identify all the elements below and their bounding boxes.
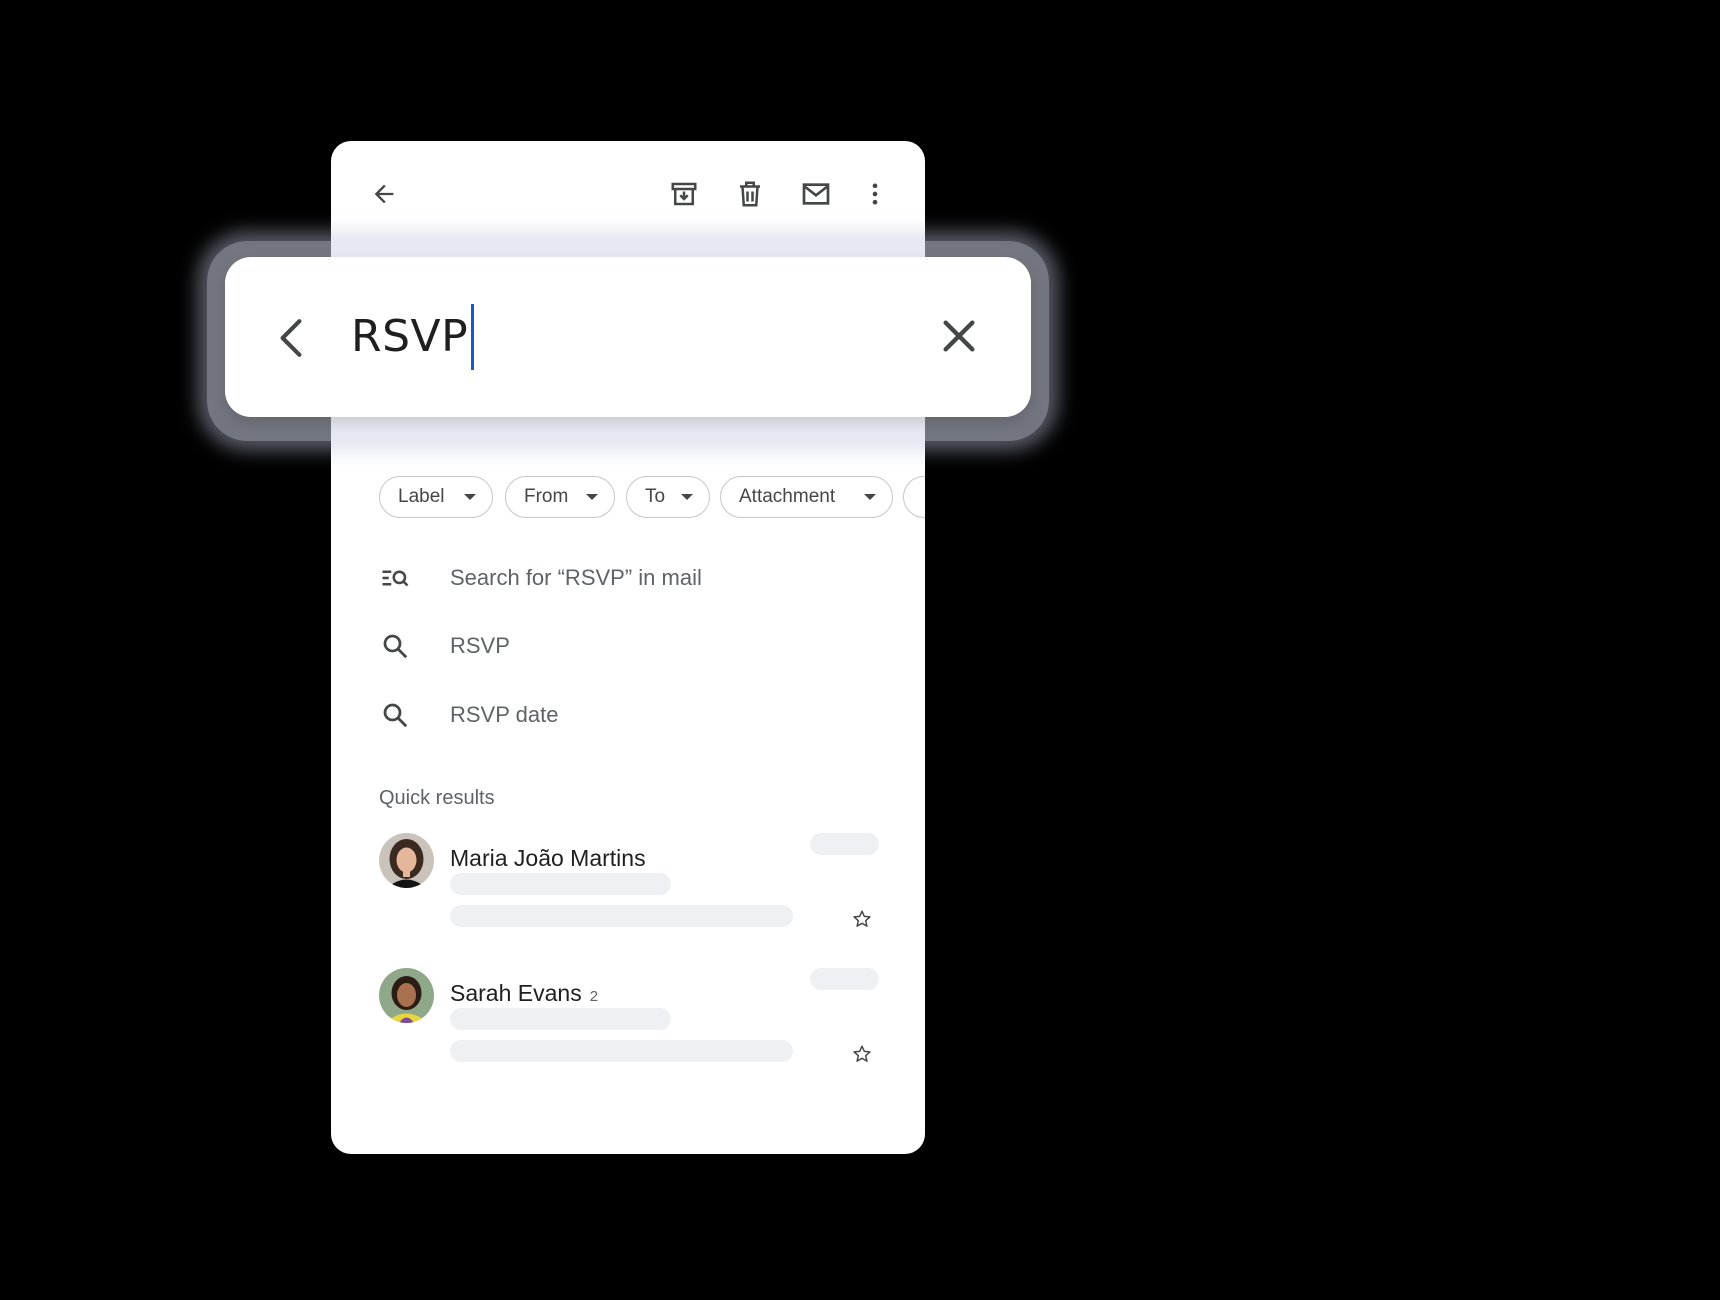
filter-chips: Label From To Attachment xyxy=(379,476,925,520)
suggestion-text: RSVP date xyxy=(450,702,559,727)
dropdown-arrow-icon xyxy=(464,494,476,500)
date-placeholder xyxy=(810,968,879,990)
trash-icon[interactable] xyxy=(728,172,772,216)
date-placeholder xyxy=(810,833,879,855)
chip-more[interactable] xyxy=(903,476,925,518)
dropdown-arrow-icon xyxy=(681,494,693,500)
chip-to[interactable]: To xyxy=(626,476,710,518)
archive-icon[interactable] xyxy=(662,172,706,216)
scene: RSVP Label From To Attachment Search for… xyxy=(0,0,1720,1300)
star-icon[interactable] xyxy=(850,1042,874,1066)
dropdown-arrow-icon xyxy=(864,494,876,500)
quick-results-title: Quick results xyxy=(379,787,495,809)
sender-name-text: Maria João Martins xyxy=(450,845,646,871)
chevron-left-icon[interactable] xyxy=(267,312,315,364)
snippet-placeholder xyxy=(450,1040,793,1062)
arrow-left-icon[interactable] xyxy=(362,172,406,216)
search-input[interactable]: RSVP xyxy=(351,301,911,373)
chip-from-text: From xyxy=(524,486,569,507)
search-query: RSVP xyxy=(351,311,469,362)
sender-name: Maria João Martins xyxy=(450,845,646,872)
more-vert-icon[interactable] xyxy=(853,172,897,216)
suggestion-text: RSVP xyxy=(450,633,510,658)
dropdown-arrow-icon xyxy=(586,494,598,500)
sender-name-text: Sarah Evans xyxy=(450,980,582,1006)
subject-placeholder xyxy=(450,1008,671,1030)
chip-attachment-text: Attachment xyxy=(739,486,836,507)
star-icon[interactable] xyxy=(850,907,874,931)
suggestion-rsvp-date[interactable]: RSVP date xyxy=(370,687,910,743)
mail-icon[interactable] xyxy=(794,172,838,216)
thread-count: 2 xyxy=(589,988,599,1005)
chip-label[interactable]: Label xyxy=(379,476,493,518)
suggestion-search-in-mail[interactable]: Search for “RSVP” in mail xyxy=(370,550,910,606)
search-in-mail-icon xyxy=(370,553,420,603)
search-icon xyxy=(370,690,420,740)
subject-placeholder xyxy=(450,873,671,895)
sender-name: Sarah Evans 2 xyxy=(450,980,598,1007)
avatar xyxy=(379,833,434,888)
quick-result-item[interactable]: Sarah Evans 2 xyxy=(370,968,890,1078)
chip-from[interactable]: From xyxy=(505,476,615,518)
search-icon xyxy=(370,621,420,671)
snippet-placeholder xyxy=(450,905,793,927)
close-icon[interactable] xyxy=(934,311,984,361)
chip-to-text: To xyxy=(645,486,666,507)
suggestion-rsvp[interactable]: RSVP xyxy=(370,618,910,674)
quick-result-item[interactable]: Maria João Martins xyxy=(370,833,890,943)
suggestion-text: Search for “RSVP” in mail xyxy=(450,565,702,590)
text-cursor xyxy=(471,304,475,370)
chip-label-text: Label xyxy=(398,486,445,507)
avatar xyxy=(379,968,434,1023)
chip-attachment[interactable]: Attachment xyxy=(720,476,893,518)
